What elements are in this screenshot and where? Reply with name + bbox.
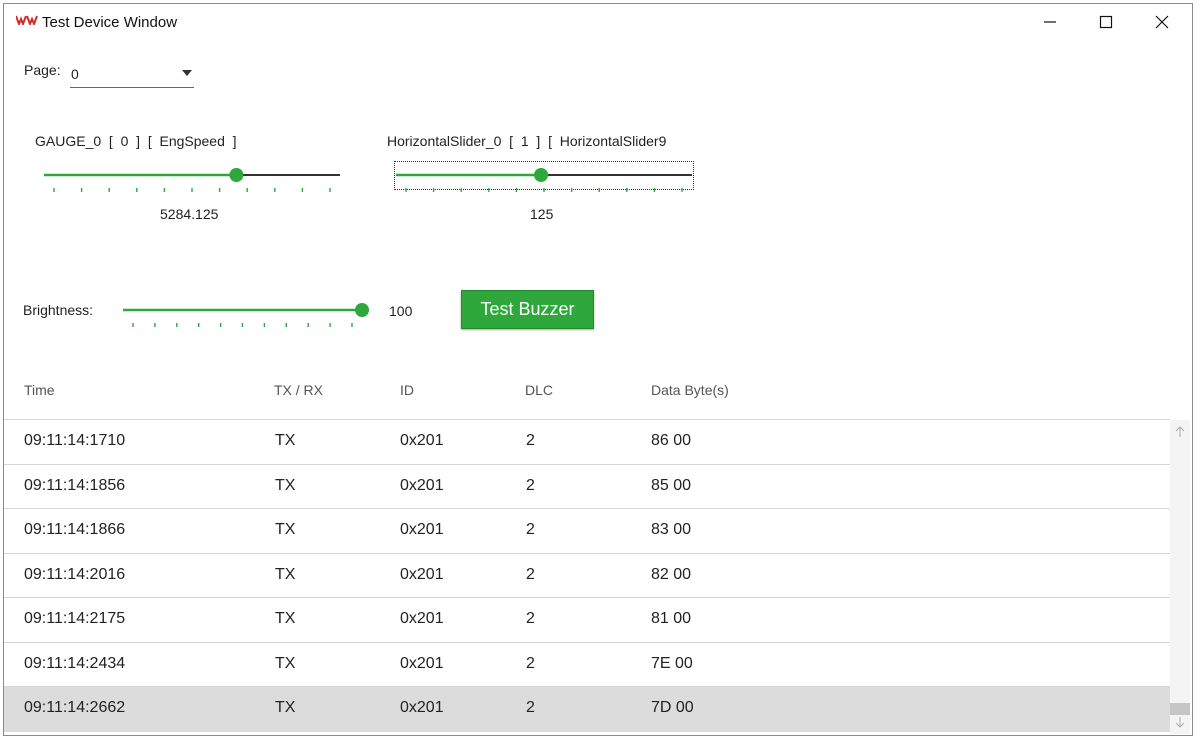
cell-id: 0x201 xyxy=(400,654,444,672)
cell-txrx: TX xyxy=(275,654,296,672)
horizontal-slider-thumb[interactable] xyxy=(534,168,549,182)
cell-data-bytes: 83 00 xyxy=(651,521,692,538)
gauge-label: GAUGE_0 [ 0 ] [ EngSpeed ] xyxy=(35,133,237,149)
minimize-button[interactable] xyxy=(1022,4,1078,40)
brightness-value-readout: 100 xyxy=(389,303,413,319)
title-bar: Test Device Window xyxy=(4,4,1192,40)
cell-id: 0x201 xyxy=(400,565,444,583)
cell-txrx: TX xyxy=(275,565,296,583)
brightness-slider-thumb[interactable] xyxy=(355,303,369,317)
maximize-button[interactable] xyxy=(1078,4,1134,40)
page-dropdown[interactable]: 0 xyxy=(70,60,194,88)
cell-dlc: 2 xyxy=(526,565,535,583)
page-dropdown-value: 0 xyxy=(71,66,79,82)
maximize-icon xyxy=(1099,15,1113,29)
message-list: 09:11:14:1710 TX 0x201 2 86 00 09:11:14:… xyxy=(4,420,1170,732)
close-icon xyxy=(1155,15,1169,29)
cell-txrx: TX xyxy=(275,476,296,494)
brightness-slider-graphic xyxy=(123,303,369,327)
cell-txrx: TX xyxy=(275,521,296,538)
cell-txrx: TX xyxy=(275,610,296,627)
page-label: Page: xyxy=(24,62,61,78)
arrow-up-icon xyxy=(1175,426,1185,437)
cell-id: 0x201 xyxy=(400,610,444,627)
cell-id: 0x201 xyxy=(400,521,444,538)
cell-time: 09:11:14:1856 xyxy=(24,476,126,494)
window-title: Test Device Window xyxy=(42,14,178,31)
cell-data-bytes: 85 00 xyxy=(651,476,692,494)
cell-dlc: 2 xyxy=(526,699,535,716)
test-buzzer-button[interactable]: Test Buzzer xyxy=(461,290,594,329)
gauge-slider-thumb[interactable] xyxy=(229,168,244,182)
table-row[interactable]: 09:11:14:1866 TX 0x201 2 83 00 xyxy=(4,509,1170,554)
cell-data-bytes: 7D 00 xyxy=(651,699,694,716)
cell-time: 09:11:14:2016 xyxy=(24,565,126,583)
scroll-down-button[interactable] xyxy=(1171,713,1189,731)
cell-id: 0x201 xyxy=(400,476,444,494)
cell-data-bytes: 81 00 xyxy=(651,610,692,627)
table-row[interactable]: 09:11:14:1856 TX 0x201 2 85 00 xyxy=(4,465,1170,509)
chevron-down-icon xyxy=(182,70,192,76)
cell-dlc: 2 xyxy=(526,610,535,627)
table-scrollbar[interactable] xyxy=(1170,420,1190,734)
cell-txrx: TX xyxy=(275,699,296,716)
column-header-time[interactable]: Time xyxy=(24,382,55,398)
cell-dlc: 2 xyxy=(526,521,535,538)
column-header-data-bytes[interactable]: Data Byte(s) xyxy=(651,382,729,398)
scroll-up-button[interactable] xyxy=(1171,422,1189,442)
cell-data-bytes: 82 00 xyxy=(651,565,692,583)
close-button[interactable] xyxy=(1134,4,1190,40)
column-header-txrx[interactable]: TX / RX xyxy=(274,382,323,398)
cell-dlc: 2 xyxy=(526,476,535,494)
cell-id: 0x201 xyxy=(400,432,444,449)
column-header-id[interactable]: ID xyxy=(400,382,414,398)
cell-id: 0x201 xyxy=(400,699,444,716)
brightness-label: Brightness: xyxy=(23,302,94,318)
horizontal-slider-value-readout: 125 xyxy=(530,206,554,222)
gauge-value-readout: 5284.125 xyxy=(160,206,219,222)
arrow-down-icon xyxy=(1175,717,1185,728)
minimize-icon xyxy=(1044,21,1056,23)
table-header: Time TX / RX ID DLC Data Byte(s) xyxy=(4,369,1170,420)
cell-time: 09:11:14:2434 xyxy=(24,654,126,672)
cell-time: 09:11:14:1866 xyxy=(24,521,126,538)
cell-dlc: 2 xyxy=(526,432,535,449)
table-row[interactable]: 09:11:14:2175 TX 0x201 2 81 00 xyxy=(4,598,1170,643)
table-row[interactable]: 09:11:14:1710 TX 0x201 2 86 00 xyxy=(4,420,1170,465)
cell-time: 09:11:14:1710 xyxy=(24,432,126,449)
column-header-dlc[interactable]: DLC xyxy=(525,382,553,398)
cell-time: 09:11:14:2175 xyxy=(24,610,126,627)
cell-time: 09:11:14:2662 xyxy=(24,699,126,716)
cell-txrx: TX xyxy=(275,432,296,449)
table-row[interactable]: 09:11:14:2016 TX 0x201 2 82 00 xyxy=(4,554,1170,598)
brightness-slider[interactable] xyxy=(121,297,369,331)
app-logo-icon xyxy=(16,15,38,25)
test-device-window: Test Device Window Page: 0 GAUGE_0 [ 0 ]… xyxy=(3,3,1193,736)
cell-data-bytes: 7E 00 xyxy=(651,654,693,672)
horizontal-slider[interactable] xyxy=(394,162,696,196)
table-row-selected[interactable]: 09:11:14:2662 TX 0x201 2 7D 00 xyxy=(4,687,1170,732)
cell-dlc: 2 xyxy=(526,654,535,672)
cell-data-bytes: 86 00 xyxy=(651,432,692,449)
horizontal-slider-label: HorizontalSlider_0 [ 1 ] [ HorizontalSli… xyxy=(387,133,667,149)
gauge-slider[interactable] xyxy=(42,162,344,196)
gauge-slider-graphic xyxy=(44,168,340,192)
table-row[interactable]: 09:11:14:2434 TX 0x201 2 7E 00 xyxy=(4,643,1170,687)
horizontal-slider-graphic xyxy=(396,168,692,192)
